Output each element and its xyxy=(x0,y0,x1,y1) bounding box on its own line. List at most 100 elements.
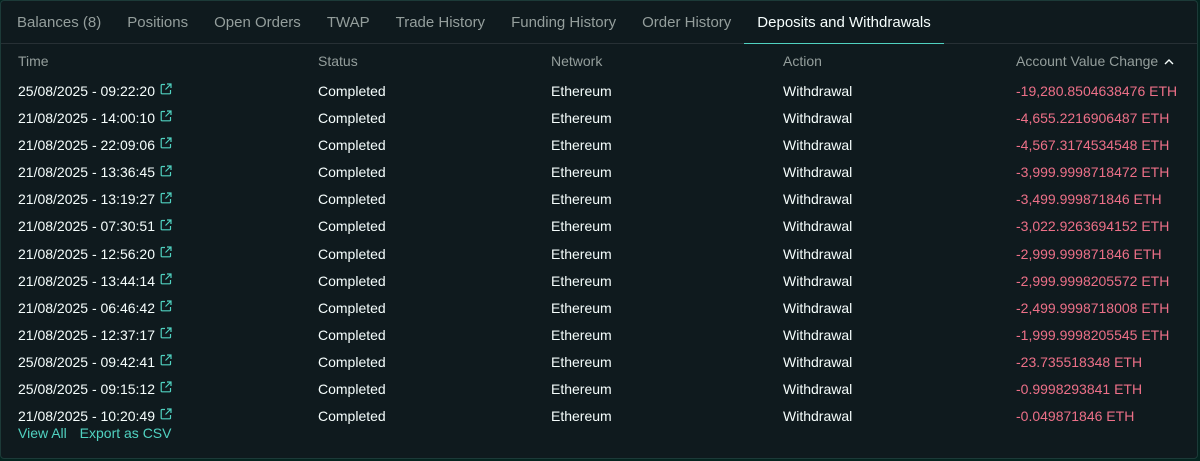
status-cell: Completed xyxy=(318,137,386,154)
tab-deposits-withdrawals[interactable]: Deposits and Withdrawals xyxy=(744,1,944,44)
time-value: 21/08/2025 - 14:00:10 xyxy=(18,110,156,127)
table-row: 21/08/2025 - 13:44:14 Completed Ethereum Wi… xyxy=(1,268,1197,295)
time-value: 21/08/2025 - 13:44:14 xyxy=(18,272,156,289)
external-link-icon[interactable] xyxy=(160,164,172,180)
network-cell: Ethereum xyxy=(551,83,612,99)
table-row: 25/08/2025 - 09:42:41 Completed Ethereum Wi… xyxy=(1,349,1197,376)
tab-balances[interactable]: Balances (8) xyxy=(4,1,114,44)
status-cell: Completed xyxy=(318,272,386,289)
external-link-icon[interactable] xyxy=(160,272,172,288)
tab-positions[interactable]: Positions xyxy=(114,1,201,44)
action-cell: Withdrawal xyxy=(783,408,853,425)
network-cell: Ethereum xyxy=(551,191,612,208)
status-cell: Completed xyxy=(318,164,386,181)
account-value-change-cell: -3,999.9998718472 ETH xyxy=(1016,164,1170,181)
action-cell: Withdrawal xyxy=(783,245,853,262)
external-link-icon[interactable] xyxy=(160,136,172,152)
deposits-withdrawals-panel: Balances (8) Positions Open Orders TWAP … xyxy=(0,0,1198,459)
time-value: 25/08/2025 - 09:22:20 xyxy=(18,83,156,99)
network-cell: Ethereum xyxy=(551,137,612,154)
time-cell: 21/08/2025 - 13:19:27 xyxy=(18,191,172,208)
account-value-change-cell: -0.049871846 ETH xyxy=(1016,408,1135,425)
external-link-icon[interactable] xyxy=(160,326,172,342)
status-cell: Completed xyxy=(318,245,386,262)
table-row: 25/08/2025 - 09:22:20 Completed Ethereum Wi… xyxy=(1,78,1197,105)
table-body: 25/08/2025 - 09:22:20 Completed Ethereum Wi… xyxy=(1,78,1197,430)
tab-twap[interactable]: TWAP xyxy=(314,1,383,44)
action-cell: Withdrawal xyxy=(783,326,853,343)
time-value: 21/08/2025 - 06:46:42 xyxy=(18,299,156,316)
tab-trade-history[interactable]: Trade History xyxy=(383,1,498,44)
network-cell: Ethereum xyxy=(551,326,612,343)
view-all-link[interactable]: View All xyxy=(18,425,67,441)
status-cell: Completed xyxy=(318,381,386,398)
network-cell: Ethereum xyxy=(551,381,612,398)
tab-bar: Balances (8) Positions Open Orders TWAP … xyxy=(1,1,1197,44)
time-cell: 21/08/2025 - 12:56:20 xyxy=(18,246,172,263)
status-cell: Completed xyxy=(318,83,386,99)
table-row: 21/08/2025 - 13:19:27 Completed Ethereum Wi… xyxy=(1,186,1197,213)
external-link-icon[interactable] xyxy=(160,353,172,369)
time-value: 21/08/2025 - 07:30:51 xyxy=(18,218,156,235)
header-network[interactable]: Network xyxy=(551,53,602,69)
time-value: 21/08/2025 - 12:56:20 xyxy=(18,245,156,262)
header-account-value-change-label: Account Value Change xyxy=(1016,53,1159,69)
external-link-icon[interactable] xyxy=(160,191,172,207)
time-value: 21/08/2025 - 22:09:06 xyxy=(18,137,156,154)
table-row: 21/08/2025 - 12:56:20 Completed Ethereum Wi… xyxy=(1,241,1197,268)
external-link-icon[interactable] xyxy=(160,82,172,98)
time-value: 21/08/2025 - 13:36:45 xyxy=(18,164,156,181)
network-cell: Ethereum xyxy=(551,408,612,425)
tab-funding-history[interactable]: Funding History xyxy=(498,1,629,44)
network-cell: Ethereum xyxy=(551,299,612,316)
action-cell: Withdrawal xyxy=(783,218,853,235)
time-value: 25/08/2025 - 09:42:41 xyxy=(18,353,156,370)
status-cell: Completed xyxy=(318,408,386,425)
export-csv-link[interactable]: Export as CSV xyxy=(80,425,172,441)
time-value: 21/08/2025 - 10:20:49 xyxy=(18,408,156,425)
external-link-icon[interactable] xyxy=(160,380,172,396)
external-link-icon[interactable] xyxy=(160,218,172,234)
chevron-up-icon[interactable] xyxy=(1164,52,1174,68)
account-value-change-cell: -2,499.9998718008 ETH xyxy=(1016,299,1170,316)
tab-order-history[interactable]: Order History xyxy=(629,1,744,44)
time-cell: 21/08/2025 - 22:09:06 xyxy=(18,137,172,154)
time-cell: 21/08/2025 - 07:30:51 xyxy=(18,218,172,235)
time-value: 21/08/2025 - 12:37:17 xyxy=(18,326,156,343)
external-link-icon[interactable] xyxy=(160,299,172,315)
external-link-icon[interactable] xyxy=(160,245,172,261)
action-cell: Withdrawal xyxy=(783,164,853,181)
time-cell: 25/08/2025 - 09:42:41 xyxy=(18,354,172,371)
action-cell: Withdrawal xyxy=(783,299,853,316)
table-row: 21/08/2025 - 06:46:42 Completed Ethereum Wi… xyxy=(1,295,1197,322)
account-value-change-cell: -3,499.999871846 ETH xyxy=(1016,191,1162,208)
action-cell: Withdrawal xyxy=(783,110,853,127)
table-row: 21/08/2025 - 13:36:45 Completed Ethereum Wi… xyxy=(1,159,1197,186)
status-cell: Completed xyxy=(318,218,386,235)
external-link-icon[interactable] xyxy=(160,407,172,423)
account-value-change-cell: -23.735518348 ETH xyxy=(1016,353,1143,370)
account-value-change-cell: -2,999.999871846 ETH xyxy=(1016,245,1162,262)
account-value-change-cell: -19,280.8504638476 ETH xyxy=(1016,83,1178,99)
table-row: 25/08/2025 - 09:15:12 Completed Ethereum Wi… xyxy=(1,376,1197,403)
time-cell: 21/08/2025 - 13:44:14 xyxy=(18,273,172,290)
status-cell: Completed xyxy=(318,326,386,343)
time-cell: 21/08/2025 - 12:37:17 xyxy=(18,327,172,344)
external-link-icon[interactable] xyxy=(160,109,172,125)
network-cell: Ethereum xyxy=(551,164,612,181)
header-account-value-change[interactable]: Account Value Change xyxy=(1016,53,1174,70)
header-time[interactable]: Time xyxy=(18,53,49,69)
account-value-change-cell: -3,022.9263694152 ETH xyxy=(1016,218,1170,235)
time-cell: 21/08/2025 - 13:36:45 xyxy=(18,164,172,181)
account-value-change-cell: -2,999.9998205572 ETH xyxy=(1016,272,1170,289)
header-status[interactable]: Status xyxy=(318,53,358,69)
time-cell: 21/08/2025 - 10:20:49 xyxy=(18,408,172,425)
tab-open-orders[interactable]: Open Orders xyxy=(201,1,314,44)
account-value-change-cell: -1,999.9998205545 ETH xyxy=(1016,326,1170,343)
action-cell: Withdrawal xyxy=(783,137,853,154)
account-value-change-cell: -4,567.3174534548 ETH xyxy=(1016,137,1170,154)
header-action[interactable]: Action xyxy=(783,53,822,69)
status-cell: Completed xyxy=(318,353,386,370)
status-cell: Completed xyxy=(318,299,386,316)
table-row: 21/08/2025 - 07:30:51 Completed Ethereum Wi… xyxy=(1,213,1197,240)
